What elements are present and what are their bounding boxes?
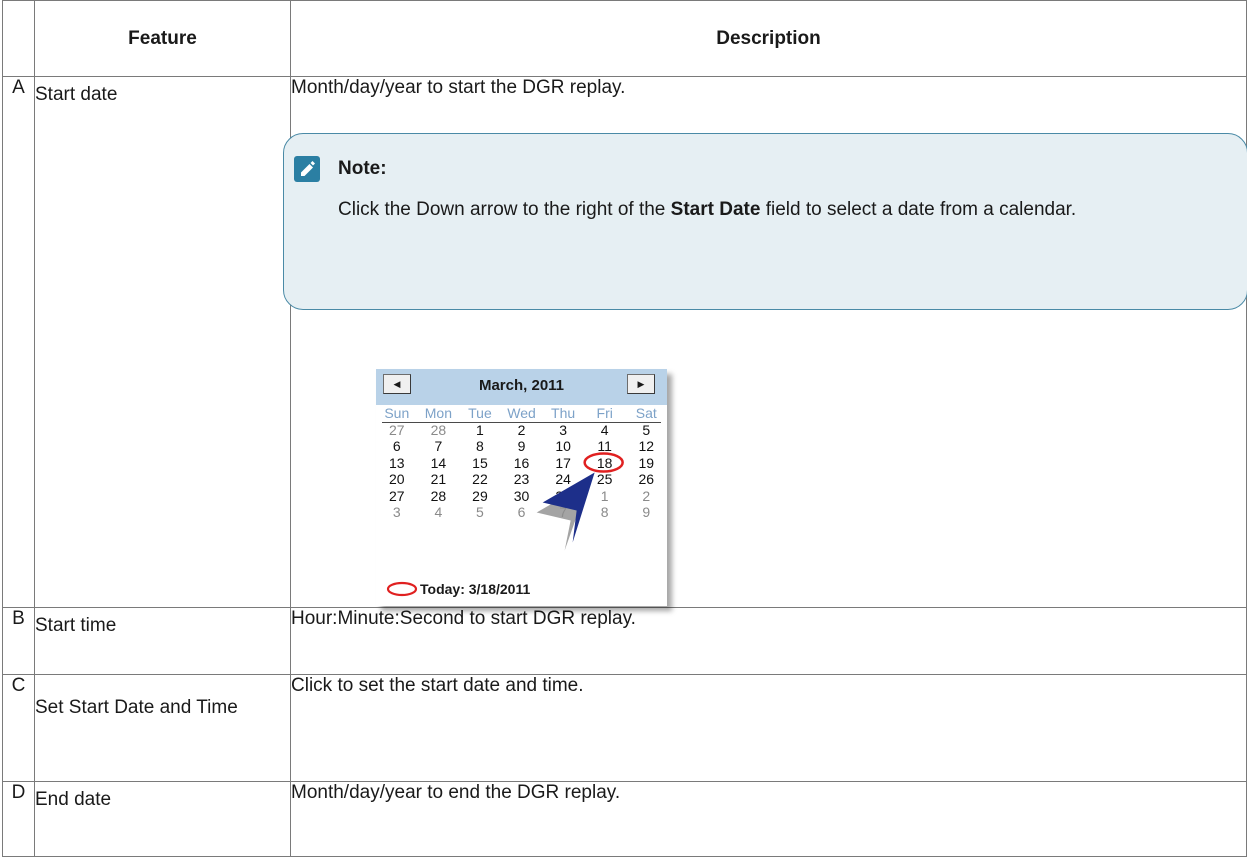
pencil-icon <box>294 156 320 182</box>
table-row: B Start time Hour:Minute:Second to start… <box>2 607 1247 675</box>
note-text: Click the Down arrow to the right of the… <box>338 191 1227 228</box>
calendar-annotations <box>536 452 624 551</box>
description-column-header: Description <box>290 0 1247 77</box>
table-header-row: Feature Description <box>2 0 1247 77</box>
row-letter: B <box>2 607 35 675</box>
feature-name: End date <box>34 781 291 857</box>
feature-name: Set Start Date and Time <box>34 674 291 782</box>
note-emphasis: Start Date <box>670 199 761 220</box>
feature-name: Start date <box>34 76 291 608</box>
feature-column-header: Feature <box>34 0 291 77</box>
today-marker-icon <box>386 581 418 597</box>
table-row: D End date Month/day/year to end the DGR… <box>2 781 1247 857</box>
table-row: C Set Start Date and Time Click to set t… <box>2 674 1247 782</box>
row-letter: A <box>2 76 35 608</box>
selected-day-highlight <box>583 452 624 473</box>
calendar-screenshot: ◀ March, 2011 ▶ Sun Mon Tue Wed Thu Fri Sat 27 2… <box>376 369 667 606</box>
description-text: Month/day/year to end the DGR replay. <box>290 781 1247 857</box>
note-box: Note: Click the Down arrow to the right … <box>283 133 1247 310</box>
note-title: Note: <box>338 158 387 179</box>
feature-name: Start time <box>34 607 291 675</box>
description-text: Month/day/year to start the DGR replay. <box>291 77 626 98</box>
description-text: Click to set the start date and time. <box>290 674 1247 782</box>
note-text-before: Click the Down arrow to the right of the <box>338 199 666 220</box>
row-letter: D <box>2 781 35 857</box>
letter-column-header <box>2 0 35 77</box>
note-text-after: field to select a date from a calendar. <box>765 199 1077 220</box>
calendar-today-label: Today: 3/18/2011 <box>386 581 530 597</box>
row-letter: C <box>2 674 35 782</box>
description-text: Hour:Minute:Second to start DGR replay. <box>290 607 1247 675</box>
today-text: Today: 3/18/2011 <box>420 581 531 597</box>
